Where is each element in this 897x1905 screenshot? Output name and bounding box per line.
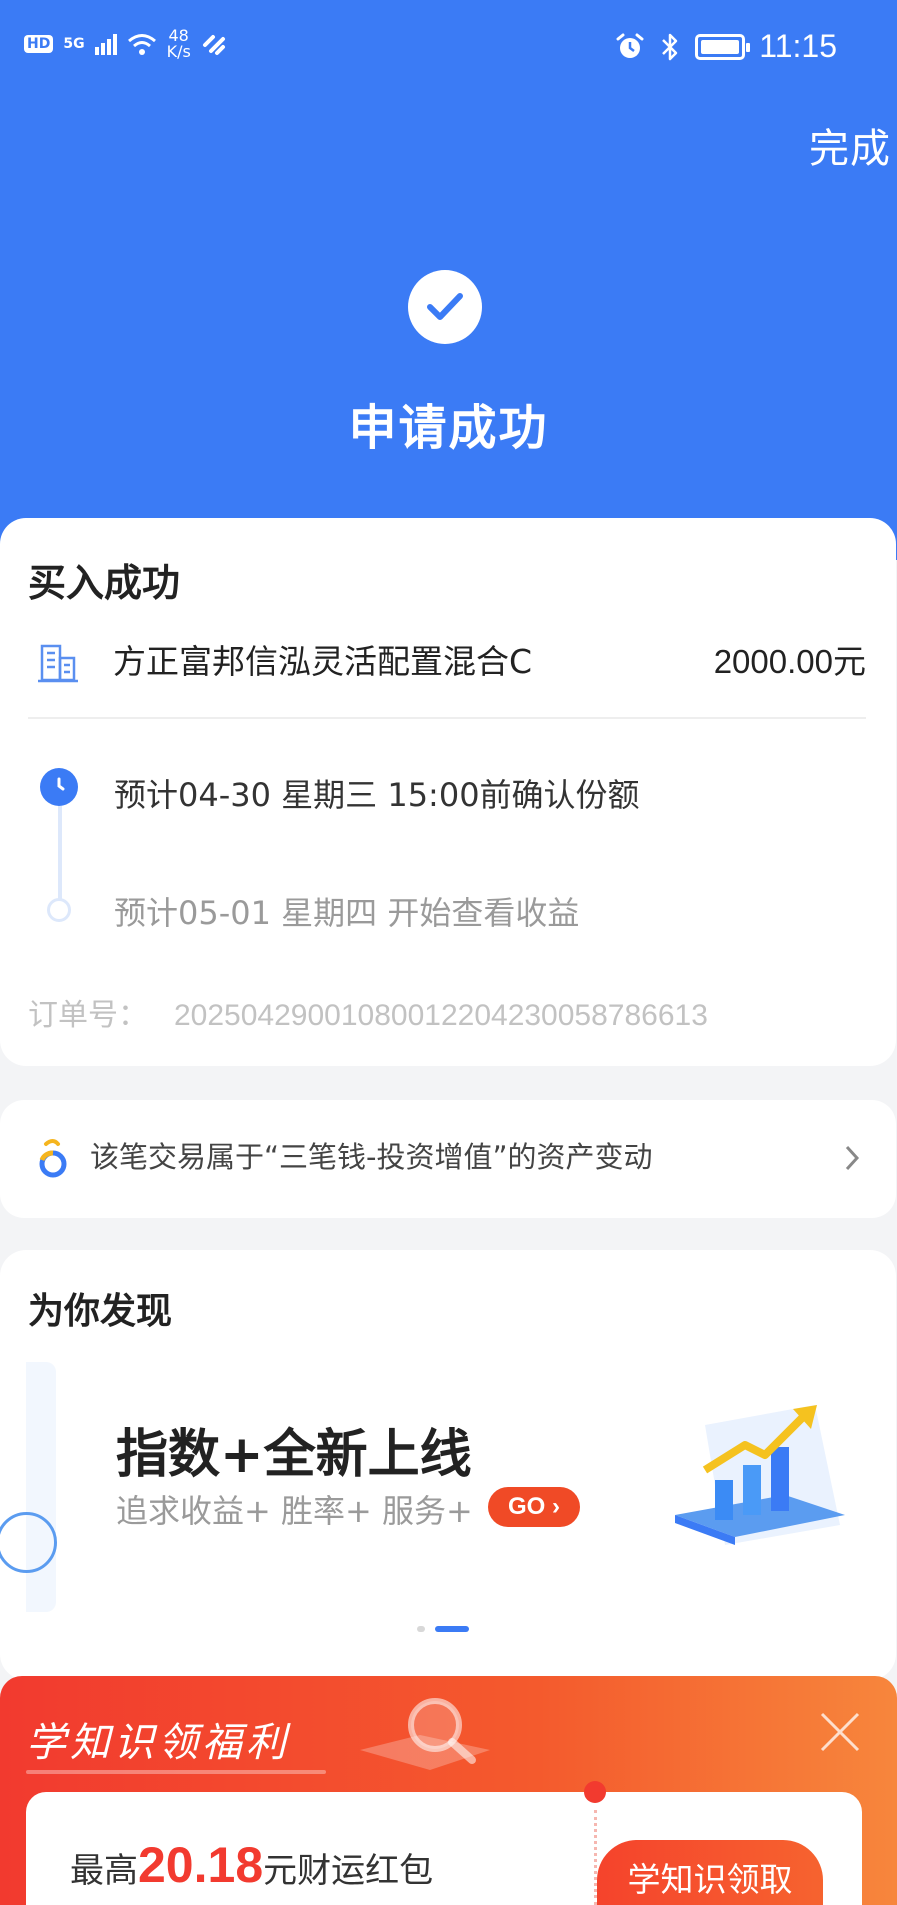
timeline-line (58, 790, 62, 900)
result-header: HD 5G 48 K/s 11:15 完成 申请成功 (0, 0, 897, 560)
asset-change-link[interactable]: 该笔交易属于“三笔钱-投资增值”的资产变动 (0, 1100, 896, 1218)
status-bar-left: HD 5G 48 K/s (24, 28, 227, 60)
clock-icon (40, 768, 78, 806)
chevron-right-icon (845, 1145, 860, 1171)
result-title: 申请成功 (348, 400, 549, 456)
speed-unit: K/s (166, 42, 191, 61)
signal-icon (94, 33, 117, 55)
success-check-icon (408, 270, 482, 344)
promo-amount: 20.18 (138, 1837, 264, 1893)
discover-title: 为你发现 (28, 1291, 173, 1332)
hd-badge: HD (24, 35, 54, 53)
link-icon (202, 35, 225, 55)
order-number-row: 订单号： 202504290010800122042300587866​13 (28, 990, 708, 1034)
carousel-dot-active (435, 1626, 469, 1632)
close-icon[interactable] (818, 1710, 862, 1754)
growth-chart-icon (675, 1405, 845, 1545)
promo-title-underline (26, 1770, 326, 1774)
promo-reward-text: 最高20.18元财运红包 (70, 1836, 433, 1894)
wifi-icon (127, 34, 156, 55)
building-icon (38, 644, 78, 683)
magnifier-book-icon (360, 1698, 490, 1770)
banner-title: 指数+全新上线 (116, 1425, 472, 1485)
promo-ticket-notch (584, 1781, 606, 1803)
status-bar: HD 5G 48 K/s 11:15 (0, 0, 897, 100)
promo-prefix: 最高 (70, 1851, 138, 1891)
promo-suffix: 元财运红包 (263, 1851, 434, 1891)
network-type: 5G (63, 36, 85, 52)
clock: 11:15 (759, 28, 837, 64)
purchase-amount: 2000.00元 (713, 643, 866, 680)
promo-title: 学知识领福利 (26, 1720, 290, 1766)
timeline-dot (47, 898, 71, 922)
status-bar-right: 11:15 (615, 28, 837, 65)
asset-change-text: 该笔交易属于“三笔钱-投资增值”的资产变动 (90, 1140, 653, 1174)
bluetooth-icon (662, 33, 678, 60)
order-label: 订单号： (28, 998, 148, 1033)
asset-logo-icon (39, 1139, 67, 1178)
banner-prev-slide (0, 1362, 57, 1612)
divider (28, 717, 866, 719)
purchase-result-page: HD 5G 48 K/s 11:15 完成 申请成功 买入成功 方正富邦信泓灵活… (0, 0, 897, 1905)
fund-name: 方正富邦信泓灵活配置混合C (113, 642, 533, 681)
timeline-step-confirm: 预计04-30 星期三 15:00前确认份额 (114, 776, 640, 814)
battery-icon (695, 33, 751, 60)
fund-row[interactable]: 方正富邦信泓灵活配置混合C 2000.00元 (28, 636, 866, 692)
alarm-icon (616, 33, 644, 58)
carousel-indicator (417, 1626, 469, 1632)
order-number: 202504290010800122042300587866​13 (174, 999, 708, 1032)
purchase-title: 买入成功 (28, 561, 181, 605)
claim-reward-button[interactable]: 学知识领取 (597, 1840, 823, 1905)
done-button[interactable]: 完成 (809, 116, 891, 174)
banner-go-button[interactable]: GO › (488, 1487, 580, 1527)
timeline-step-earnings: 预计05-01 星期四 开始查看收益 (114, 894, 580, 932)
carousel-dot (417, 1626, 425, 1632)
banner-subtitle: 追求收益+ 胜率+ 服务+ (116, 1492, 473, 1530)
network-speed: 48 K/s (167, 28, 191, 60)
